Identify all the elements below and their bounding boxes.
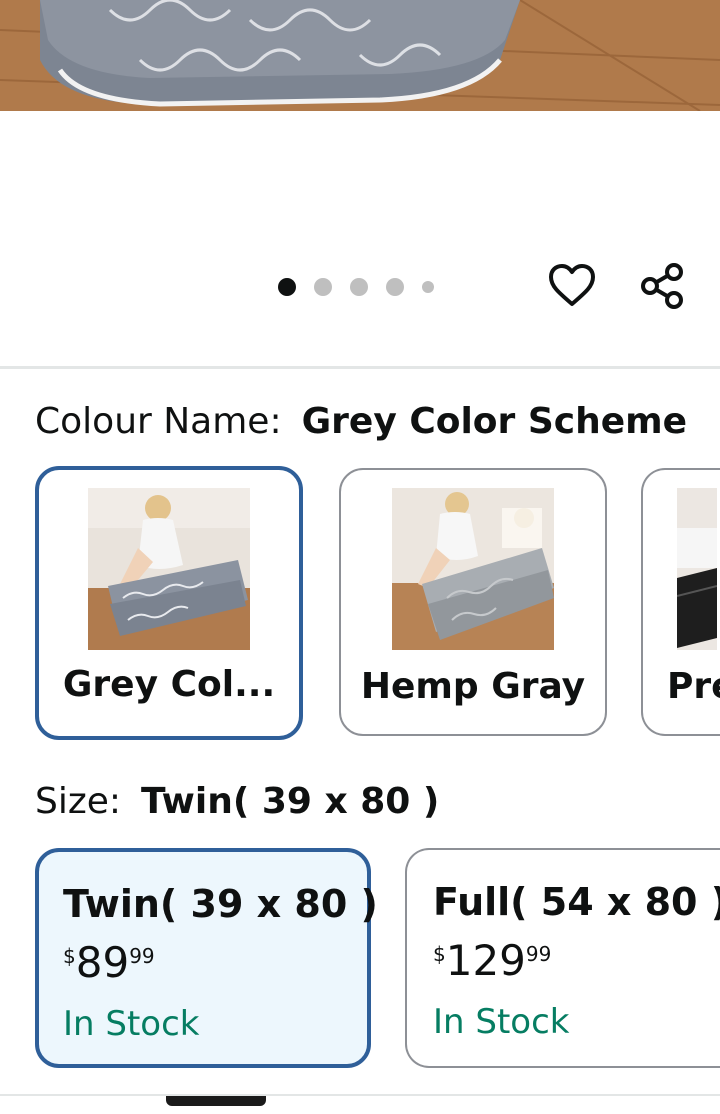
colour-option-grey[interactable]: Grey Col... (35, 466, 303, 740)
colour-option-hemp-gray[interactable]: Hemp Gray (339, 468, 607, 736)
section-divider (0, 366, 720, 369)
size-option-twin[interactable]: Twin( 39 x 80 ) $8999 In Stock (35, 848, 378, 1068)
size-label-row: Size: Twin( 39 x 80 ) (35, 780, 439, 824)
colour-option-partial[interactable]: Pre (641, 468, 720, 736)
colour-option-name: Hemp Gray (360, 666, 586, 707)
carousel-dot[interactable] (386, 278, 404, 296)
heart-icon[interactable] (548, 262, 596, 310)
colour-thumbnail (677, 488, 717, 650)
bottom-divider (0, 1094, 720, 1096)
size-option-price: $8999 (63, 938, 155, 987)
size-label: Size: (35, 781, 122, 822)
size-option-price: $12999 (433, 936, 552, 985)
bottom-nav-indicator (166, 1096, 266, 1106)
size-option-title: Twin( 39 x 80 ) (63, 882, 378, 926)
size-value: Twin( 39 x 80 ) (141, 781, 440, 822)
size-option-full[interactable]: Full( 54 x 80 ) $12999 In Stock (405, 848, 720, 1068)
carousel-dot[interactable] (422, 281, 434, 293)
stock-status: In Stock (433, 1002, 570, 1042)
colour-option-name: Pre (667, 666, 720, 707)
share-icon[interactable] (638, 262, 686, 310)
carousel-dots[interactable] (278, 276, 434, 298)
carousel-dot-active[interactable] (278, 278, 296, 296)
size-option-title: Full( 54 x 80 ) (433, 880, 720, 924)
colour-value: Grey Color Scheme (301, 401, 688, 442)
colour-option-name: Grey Col... (62, 664, 276, 705)
carousel-dot[interactable] (314, 278, 332, 296)
colour-label-row: Colour Name: Grey Color Scheme (35, 400, 687, 444)
product-hero-image[interactable] (0, 0, 720, 111)
carousel-dot[interactable] (350, 278, 368, 296)
colour-thumbnail (88, 488, 250, 650)
colour-label: Colour Name: (35, 401, 282, 442)
stock-status: In Stock (63, 1004, 200, 1044)
colour-thumbnail (392, 488, 554, 650)
